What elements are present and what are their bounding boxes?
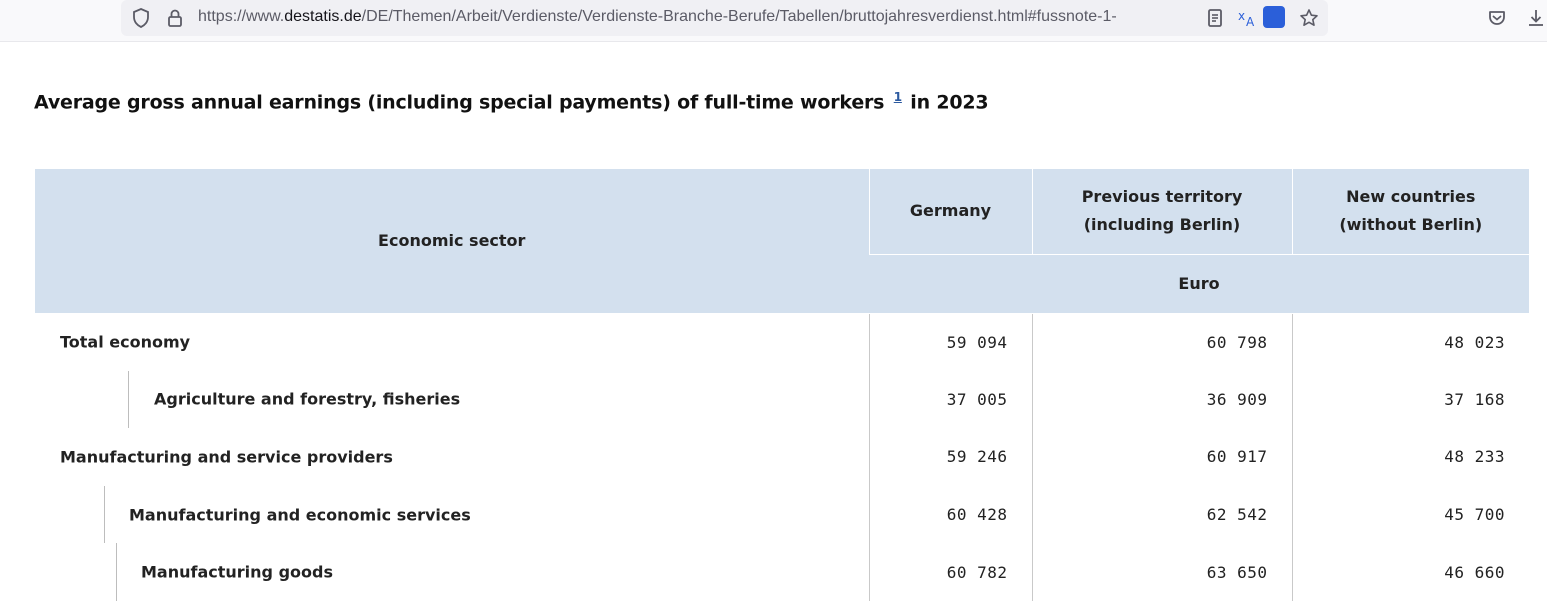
cell-previous-territory: 60 917 [1031, 428, 1292, 486]
cell-germany: 59 246 [868, 428, 1032, 486]
cell-previous-territory: 63 650 [1031, 543, 1292, 601]
cell-previous-territory: 36 909 [1031, 370, 1292, 429]
table-row: Manufacturing and economic services 60 4… [35, 485, 1529, 544]
bookmark-star-icon[interactable] [1298, 7, 1320, 29]
table-row: Agriculture and forestry, fisheries 37 0… [35, 370, 1529, 429]
row-label: Manufacturing goods [35, 543, 869, 601]
svg-text:A: A [1246, 15, 1255, 29]
cell-new-countries: 48 023 [1291, 313, 1529, 371]
reader-view-icon[interactable] [1204, 7, 1226, 29]
browser-toolbar: https://www.destatis.de/DE/Themen/Arbeit… [0, 0, 1547, 42]
table-row: Manufacturing goods 60 782 63 650 46 660 [35, 543, 1529, 601]
cell-new-countries: 37 168 [1291, 370, 1529, 429]
footnote-link[interactable]: 1 [894, 90, 902, 104]
translate-icon[interactable]: x A [1237, 7, 1259, 29]
table-row: Total economy 59 094 60 798 48 023 [35, 313, 1529, 371]
url-text[interactable]: https://www.destatis.de/DE/Themen/Arbeit… [198, 8, 1283, 26]
earnings-table: Economic sector Germany Previous territo… [35, 169, 1529, 601]
table-title: Average gross annual earnings (including… [34, 90, 989, 114]
indent-line [128, 370, 129, 429]
cell-new-countries: 46 660 [1291, 543, 1529, 601]
cell-germany: 60 782 [868, 543, 1032, 601]
url-bar[interactable]: https://www.destatis.de/DE/Themen/Arbeit… [121, 0, 1328, 36]
header-new-countries: New countries (without Berlin) [1291, 169, 1529, 255]
header-economic-sector: Economic sector [35, 169, 869, 314]
indent-line [116, 543, 117, 601]
extension-badge-icon[interactable] [1263, 6, 1285, 28]
lock-icon[interactable] [164, 7, 186, 29]
header-unit-euro: Euro [869, 254, 1529, 314]
cell-new-countries: 48 233 [1291, 428, 1529, 486]
row-label: Agriculture and forestry, fisheries [35, 370, 869, 429]
row-label: Manufacturing and service providers [60, 447, 393, 467]
download-icon[interactable] [1525, 7, 1547, 29]
row-label: Manufacturing and economic services [35, 485, 869, 544]
cell-germany: 59 094 [868, 313, 1032, 371]
cell-germany: 37 005 [868, 370, 1032, 429]
indent-line [104, 485, 105, 544]
cell-germany: 60 428 [868, 485, 1032, 544]
pocket-icon[interactable] [1486, 7, 1508, 29]
table-row: Manufacturing and service providers 59 2… [35, 428, 1529, 486]
header-previous-territory: Previous territory (including Berlin) [1031, 169, 1292, 255]
row-label: Total economy [60, 332, 191, 352]
cell-previous-territory: 60 798 [1031, 313, 1292, 371]
cell-new-countries: 45 700 [1291, 485, 1529, 544]
cell-previous-territory: 62 542 [1031, 485, 1292, 544]
header-germany: Germany [868, 169, 1032, 255]
shield-icon[interactable] [130, 7, 152, 29]
svg-text:x: x [1238, 9, 1245, 23]
